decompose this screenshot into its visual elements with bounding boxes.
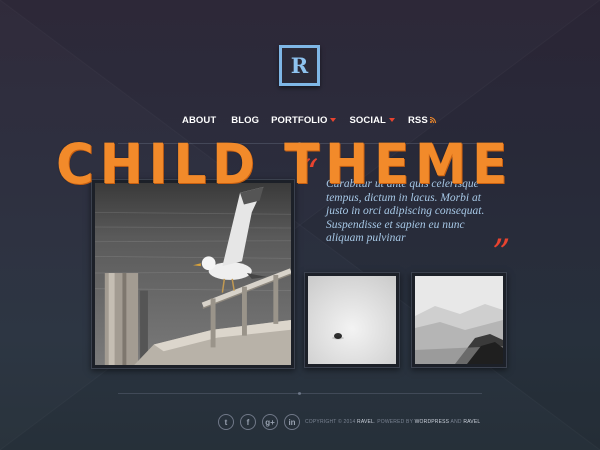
site-logo[interactable]: R (279, 45, 320, 86)
facebook-icon[interactable]: f (240, 414, 256, 430)
copyright-text: COPYRIGHT © 2014 RAVEL. POWERED BY WORDP… (305, 419, 480, 425)
thumbnail-misty-coast[interactable] (411, 272, 507, 368)
nav-label: PORTFOLIO (271, 114, 328, 126)
linkedin-icon[interactable]: in (284, 414, 300, 430)
social-links: t f g+ in (218, 414, 300, 430)
footer-divider (118, 392, 482, 395)
copyright-mid: . POWERED BY (374, 419, 414, 425)
logo-letter: R (282, 48, 317, 83)
google-plus-icon[interactable]: g+ (262, 414, 278, 430)
seagull-image (95, 183, 291, 365)
nav-label: ABOUT (182, 114, 217, 126)
copyright-prefix: COPYRIGHT © 2014 (305, 419, 356, 425)
quote-close-mark: ” (492, 233, 511, 274)
main-nav: ABOUT BLOG PORTFOLIO SOCIAL RSS (182, 114, 436, 126)
copyright-and: AND (450, 419, 462, 425)
overlay-title: CHILD THEME (56, 132, 513, 196)
wordpress-link[interactable]: WORDPRESS (415, 419, 450, 425)
nav-item-about[interactable]: ABOUT (182, 115, 216, 126)
thumbnail-snow-stone[interactable] (304, 272, 400, 368)
main-photo-seagull[interactable] (91, 179, 295, 369)
nav-item-portfolio[interactable]: PORTFOLIO (271, 114, 337, 126)
nav-item-blog[interactable]: BLOG (231, 115, 259, 126)
chevron-down-icon (330, 118, 337, 122)
copyright-brand-link[interactable]: RAVEL (357, 419, 374, 425)
theme-link[interactable]: RAVEL (463, 419, 480, 425)
chevron-down-icon (388, 118, 395, 122)
nav-label: RSS (407, 114, 428, 126)
nav-item-rss[interactable]: RSS (408, 115, 436, 126)
rss-icon (429, 117, 436, 123)
nav-label: SOCIAL (349, 114, 386, 126)
nav-label: BLOG (231, 114, 260, 126)
snow-stone-image (308, 276, 396, 364)
misty-coast-image (415, 276, 503, 364)
nav-item-social[interactable]: SOCIAL (349, 115, 395, 126)
twitter-icon[interactable]: t (218, 414, 234, 430)
